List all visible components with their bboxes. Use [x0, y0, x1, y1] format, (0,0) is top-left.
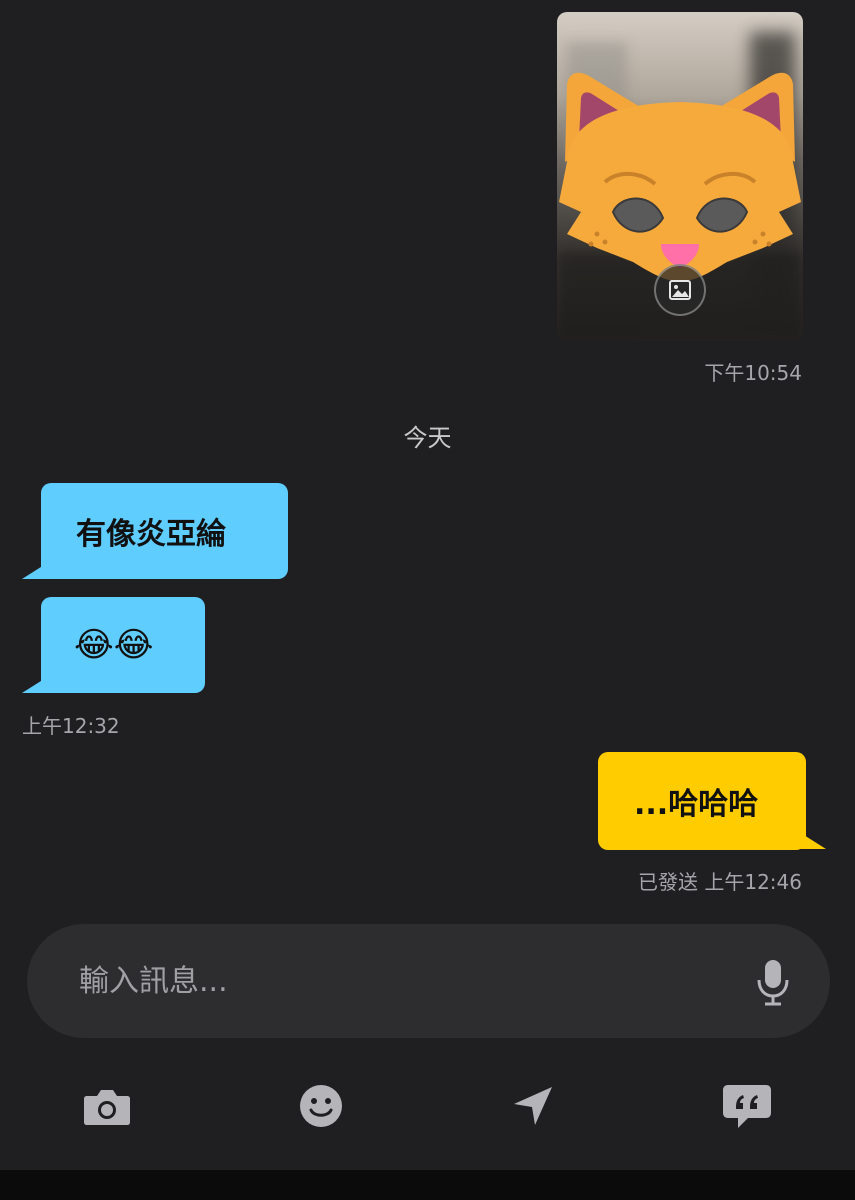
microphone-icon[interactable] [755, 958, 791, 1006]
incoming-message-bubble[interactable]: 有像炎亞綸 [41, 483, 288, 579]
bubble-tail [22, 674, 52, 693]
message-timestamp: 下午10:54 [704, 361, 802, 385]
quick-reply-icon [723, 1085, 771, 1128]
message-text: 😂😂 [74, 625, 154, 665]
chat-screen: 下午10:54 今天 有像炎亞綸 😂😂 上午12:32 ...哈哈哈 已發送 上… [0, 0, 855, 1200]
message-input[interactable] [79, 954, 719, 1008]
bubble-tail [796, 830, 826, 849]
day-separator: 今天 [403, 424, 452, 452]
emoji-icon [300, 1085, 342, 1127]
outgoing-message-bubble[interactable]: ...哈哈哈 [598, 752, 806, 850]
image-icon [669, 280, 691, 300]
incoming-message-bubble[interactable]: 😂😂 [41, 597, 205, 693]
photo-badge[interactable] [654, 264, 706, 316]
bubble-tail [22, 560, 52, 579]
photo-message[interactable] [557, 12, 803, 341]
quick-reply-button[interactable] [722, 1081, 772, 1131]
message-text: 有像炎亞綸 [76, 517, 226, 552]
system-navigation-bar [0, 1170, 855, 1200]
message-timestamp: 上午12:32 [22, 714, 120, 738]
emoji-button[interactable] [296, 1081, 346, 1131]
camera-button[interactable] [82, 1081, 132, 1131]
delivery-status: 已發送 上午12:46 [638, 870, 802, 894]
location-arrow-icon [514, 1087, 552, 1125]
location-button[interactable] [508, 1081, 558, 1131]
message-composer [27, 924, 830, 1038]
message-text: ...哈哈哈 [634, 787, 759, 822]
camera-icon [84, 1090, 130, 1125]
